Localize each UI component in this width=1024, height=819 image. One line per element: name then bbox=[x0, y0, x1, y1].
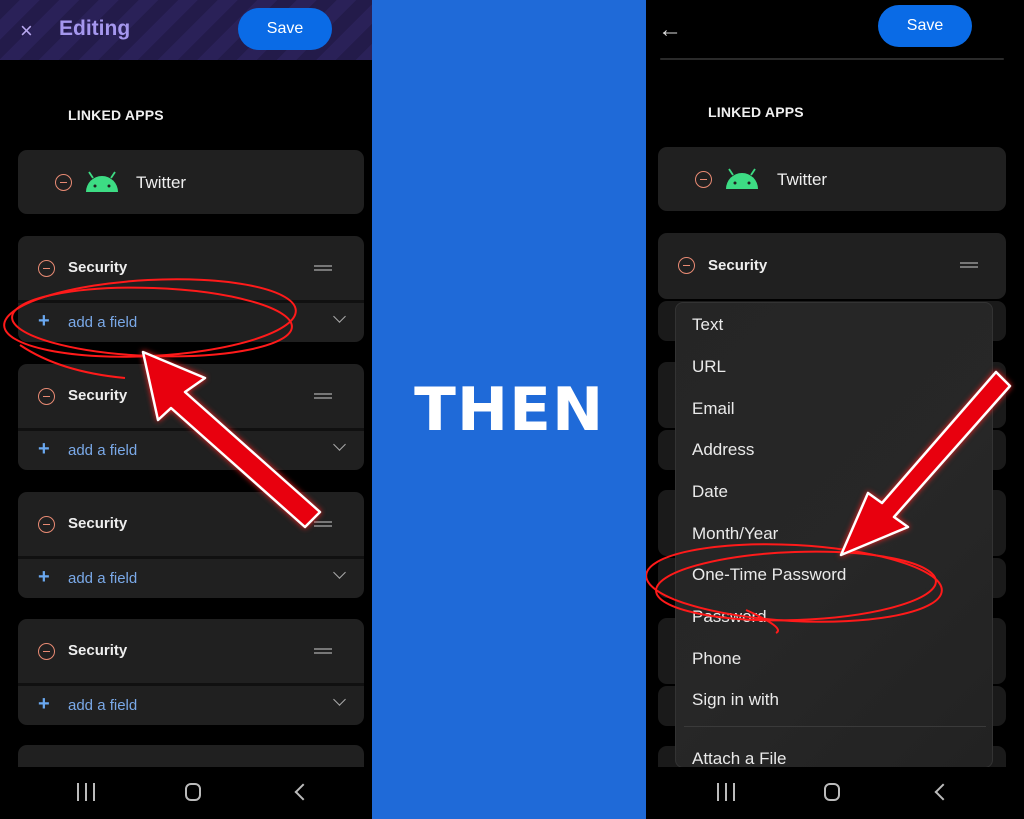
home-icon[interactable] bbox=[185, 783, 201, 801]
security-card: Security + add a field bbox=[18, 236, 364, 342]
recent-apps-icon[interactable] bbox=[717, 783, 735, 801]
chevron-down-icon[interactable] bbox=[333, 438, 346, 451]
remove-icon[interactable] bbox=[38, 516, 55, 533]
security-card: Security + add a field bbox=[18, 492, 364, 598]
android-icon bbox=[86, 171, 118, 192]
linked-apps-heading: LINKED APPS bbox=[708, 104, 804, 120]
back-icon[interactable] bbox=[294, 783, 312, 801]
add-field-button[interactable]: + add a field bbox=[18, 686, 364, 725]
add-field-label: add a field bbox=[68, 442, 138, 459]
security-card: Security bbox=[658, 233, 1006, 299]
add-field-label: add a field bbox=[68, 570, 138, 587]
menu-item-url[interactable]: URL bbox=[692, 357, 726, 377]
field-type-menu: Text URL Email Address Date Month/Year O… bbox=[675, 302, 993, 768]
close-icon[interactable]: × bbox=[20, 18, 33, 44]
save-button[interactable]: Save bbox=[878, 5, 972, 47]
chevron-down-icon[interactable] bbox=[333, 310, 346, 323]
security-header: Security bbox=[18, 492, 364, 556]
divider bbox=[660, 58, 1004, 60]
remove-icon[interactable] bbox=[38, 388, 55, 405]
menu-item-one-time-password[interactable]: One-Time Password bbox=[692, 565, 846, 585]
remove-icon[interactable] bbox=[38, 643, 55, 660]
drag-handle-icon[interactable] bbox=[960, 262, 978, 268]
menu-item-text[interactable]: Text bbox=[692, 315, 723, 335]
remove-icon[interactable] bbox=[678, 257, 695, 274]
system-navbar bbox=[0, 767, 372, 819]
plus-icon: + bbox=[38, 310, 50, 332]
security-header: Security bbox=[18, 236, 364, 300]
menu-item-date[interactable]: Date bbox=[692, 482, 728, 502]
menu-item-address[interactable]: Address bbox=[692, 440, 754, 460]
linked-apps-heading: LINKED APPS bbox=[68, 107, 164, 123]
security-title: Security bbox=[68, 387, 128, 404]
chevron-down-icon[interactable] bbox=[333, 566, 346, 579]
security-card: Security + add a field bbox=[18, 364, 364, 470]
plus-icon: + bbox=[38, 438, 50, 460]
menu-item-phone[interactable]: Phone bbox=[692, 649, 741, 669]
security-title: Security bbox=[68, 642, 128, 659]
drag-handle-icon[interactable] bbox=[314, 265, 332, 271]
page-title: Editing bbox=[59, 17, 131, 40]
app-name: Twitter bbox=[136, 173, 187, 192]
plus-icon: + bbox=[38, 693, 50, 715]
drag-handle-icon[interactable] bbox=[314, 393, 332, 399]
then-divider-panel: THEN bbox=[372, 0, 646, 819]
add-field-label: add a field bbox=[68, 314, 138, 331]
security-title: Security bbox=[68, 515, 128, 532]
security-header: Security bbox=[18, 619, 364, 683]
add-field-button[interactable]: + add a field bbox=[18, 431, 364, 470]
editing-topbar: × Editing Save bbox=[0, 0, 372, 60]
add-field-label: add a field bbox=[68, 697, 138, 714]
right-screenshot: ← Save LINKED APPS Twitter Security Text… bbox=[646, 0, 1024, 819]
menu-item-sign-in-with[interactable]: Sign in with bbox=[692, 690, 779, 710]
plus-icon: + bbox=[38, 566, 50, 588]
linked-app-card: Twitter bbox=[18, 150, 364, 214]
drag-handle-icon[interactable] bbox=[314, 648, 332, 654]
remove-icon[interactable] bbox=[695, 171, 712, 188]
drag-handle-icon[interactable] bbox=[314, 521, 332, 527]
linked-app-card: Twitter bbox=[658, 147, 1006, 211]
back-arrow-icon[interactable]: ← bbox=[658, 16, 682, 44]
save-button[interactable]: Save bbox=[238, 8, 332, 50]
security-card: Security + add a field bbox=[18, 619, 364, 725]
security-header: Security bbox=[18, 364, 364, 428]
android-icon bbox=[726, 168, 758, 189]
app-name: Twitter bbox=[777, 170, 828, 189]
menu-item-email[interactable]: Email bbox=[692, 399, 735, 419]
add-field-button[interactable]: + add a field bbox=[18, 303, 364, 342]
chevron-down-icon[interactable] bbox=[333, 693, 346, 706]
add-field-button[interactable]: + add a field bbox=[18, 559, 364, 598]
remove-icon[interactable] bbox=[38, 260, 55, 277]
security-title: Security bbox=[68, 259, 128, 276]
security-title: Security bbox=[708, 257, 768, 274]
remove-icon[interactable] bbox=[55, 174, 72, 191]
then-label: THEN bbox=[413, 374, 605, 445]
menu-item-password[interactable]: Password bbox=[692, 607, 767, 627]
recent-apps-icon[interactable] bbox=[77, 783, 95, 801]
left-screenshot: × Editing Save LINKED APPS Twitter Secur… bbox=[0, 0, 372, 819]
home-icon[interactable] bbox=[824, 783, 840, 801]
menu-item-month-year[interactable]: Month/Year bbox=[692, 524, 778, 544]
back-icon[interactable] bbox=[934, 783, 952, 801]
system-navbar bbox=[646, 767, 1024, 819]
menu-divider bbox=[684, 726, 986, 727]
menu-item-attach-file[interactable]: Attach a File bbox=[692, 749, 787, 767]
